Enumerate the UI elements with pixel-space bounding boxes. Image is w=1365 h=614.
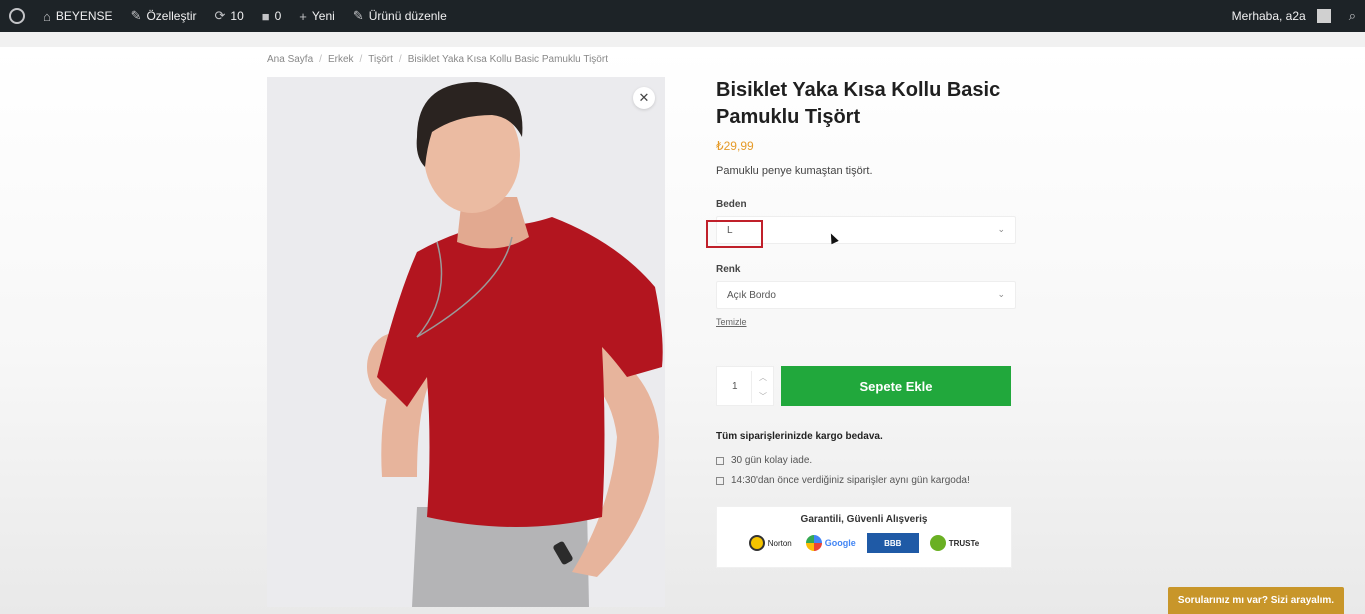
google-badge: Google bbox=[803, 533, 859, 553]
breadcrumb-current: Bisiklet Yaka Kısa Kollu Basic Pamuklu T… bbox=[407, 54, 608, 65]
checkbox-icon bbox=[716, 456, 724, 465]
updates-count: 10 bbox=[230, 9, 244, 23]
product-price: ₺29,99 bbox=[716, 139, 754, 153]
increment-icon[interactable]: ︿ bbox=[759, 372, 767, 383]
product-title: Bisiklet Yaka Kısa Kollu Basic Pamuklu T… bbox=[716, 79, 1001, 128]
model-photo bbox=[267, 77, 665, 607]
badge-label: Norton bbox=[767, 538, 792, 548]
product-summary: Bisiklet Yaka Kısa Kollu Basic Pamuklu T… bbox=[716, 77, 1016, 327]
norton-badge: Norton bbox=[746, 533, 795, 553]
chevron-down-icon: ⌄ bbox=[997, 289, 1005, 299]
avatar bbox=[1316, 9, 1331, 23]
wordpress-icon bbox=[9, 8, 25, 24]
home-icon: ⌂ bbox=[43, 8, 51, 24]
wordpress-logo-button[interactable] bbox=[0, 0, 34, 32]
quantity-divider bbox=[751, 371, 752, 403]
customize-label: Özelleştir bbox=[146, 9, 197, 23]
admin-search-button[interactable]: ⌕ bbox=[1340, 0, 1365, 32]
benefit-text: 14:30'dan önce verdiğiniz siparişler ayn… bbox=[731, 475, 970, 486]
decrement-icon[interactable]: ﹀ bbox=[759, 391, 767, 402]
size-label: Beden bbox=[716, 199, 747, 210]
breadcrumb-men[interactable]: Erkek bbox=[328, 54, 354, 65]
bbb-badge: BBB bbox=[866, 533, 919, 553]
truste-icon bbox=[929, 535, 946, 551]
badge-label: TRUSTe bbox=[948, 538, 980, 548]
new-content-link[interactable]: + Yeni bbox=[290, 0, 344, 32]
list-item: 30 gün kolay iade. bbox=[716, 455, 970, 466]
breadcrumb: Ana Sayfa / Erkek / Tişört / Bisiklet Yaka … bbox=[267, 54, 608, 65]
truste-badge: TRUSTe bbox=[927, 533, 983, 553]
site-name: BEYENSE bbox=[55, 9, 113, 23]
trust-title: Garantili, Güvenli Alışveriş bbox=[800, 514, 928, 525]
breadcrumb-separator: / bbox=[319, 54, 322, 65]
color-select[interactable]: Açık Bordo ⌄ bbox=[716, 281, 1016, 309]
checkbox-icon bbox=[716, 476, 724, 485]
color-variation: Renk Açık Bordo ⌄ bbox=[716, 264, 1016, 309]
size-highlight-box bbox=[706, 220, 763, 248]
badge-label: BBB bbox=[884, 538, 902, 548]
color-select-value: Açık Bordo bbox=[727, 289, 776, 301]
close-icon: ✕ bbox=[638, 90, 650, 105]
product-short-description: Pamuklu penye kumaştan tişört. bbox=[716, 165, 873, 177]
trust-badges: Norton Google BBB TRUSTe bbox=[717, 533, 1011, 553]
admin-bar: ⌂ BEYENSE ✎ Özelleştir ⟳ 10 ■ 0 + Yeni ✎ Ürünü… bbox=[0, 0, 1365, 32]
chevron-down-icon: ⌄ bbox=[997, 224, 1005, 234]
edit-product-link[interactable]: ✎ Ürünü düzenle bbox=[344, 0, 456, 32]
customize-link[interactable]: ✎ Özelleştir bbox=[122, 0, 206, 32]
breadcrumb-tshirt[interactable]: Tişört bbox=[368, 54, 393, 65]
quantity-value[interactable]: 1 bbox=[732, 381, 738, 392]
comments-count: 0 bbox=[274, 9, 282, 23]
callback-request-button[interactable]: Sorularınız mı var? Sizi arayalım. bbox=[1168, 587, 1344, 614]
comments-link[interactable]: ■ 0 bbox=[253, 0, 291, 32]
list-item: 14:30'dan önce verdiğiniz siparişler ayn… bbox=[716, 475, 970, 486]
norton-icon bbox=[748, 535, 765, 551]
product-image[interactable]: ✕ bbox=[267, 77, 665, 607]
account-menu[interactable]: Merhaba, a2a bbox=[1223, 0, 1340, 32]
benefit-list: 30 gün kolay iade. 14:30'dan önce verdiğ… bbox=[716, 455, 970, 495]
site-name-link[interactable]: ⌂ BEYENSE bbox=[34, 0, 122, 32]
greeting: Merhaba, a2a bbox=[1231, 9, 1306, 23]
add-to-cart-button[interactable]: Sepete Ekle bbox=[781, 366, 1011, 406]
comment-icon: ■ bbox=[261, 8, 270, 24]
edit-product-label: Ürünü düzenle bbox=[368, 9, 447, 23]
shipping-note: Tüm siparişlerinizde kargo bedava. bbox=[716, 431, 883, 442]
badge-label: Google bbox=[824, 538, 856, 548]
updates-link[interactable]: ⟳ 10 bbox=[205, 0, 252, 32]
benefit-text: 30 gün kolay iade. bbox=[731, 455, 813, 466]
pencil-icon: ✎ bbox=[352, 8, 364, 23]
google-icon bbox=[805, 535, 822, 551]
brush-icon: ✎ bbox=[130, 8, 142, 23]
breadcrumb-separator: / bbox=[398, 54, 402, 65]
color-label: Renk bbox=[716, 264, 741, 275]
updates-icon: ⟳ bbox=[214, 8, 226, 23]
zoom-close-button[interactable]: ✕ bbox=[633, 87, 655, 109]
breadcrumb-separator: / bbox=[359, 54, 363, 65]
quantity-stepper[interactable]: 1 ︿ ﹀ bbox=[716, 366, 774, 406]
product-page: Ana Sayfa / Erkek / Tişört / Bisiklet Yaka … bbox=[0, 47, 1365, 614]
new-label: Yeni bbox=[311, 9, 335, 23]
trust-badges-box: Garantili, Güvenli Alışveriş Norton Goog… bbox=[716, 506, 1012, 568]
clear-selection-link[interactable]: Temizle bbox=[716, 317, 1016, 327]
search-icon: ⌕ bbox=[1348, 8, 1356, 23]
breadcrumb-home[interactable]: Ana Sayfa bbox=[267, 54, 313, 65]
plus-icon: + bbox=[299, 8, 307, 24]
